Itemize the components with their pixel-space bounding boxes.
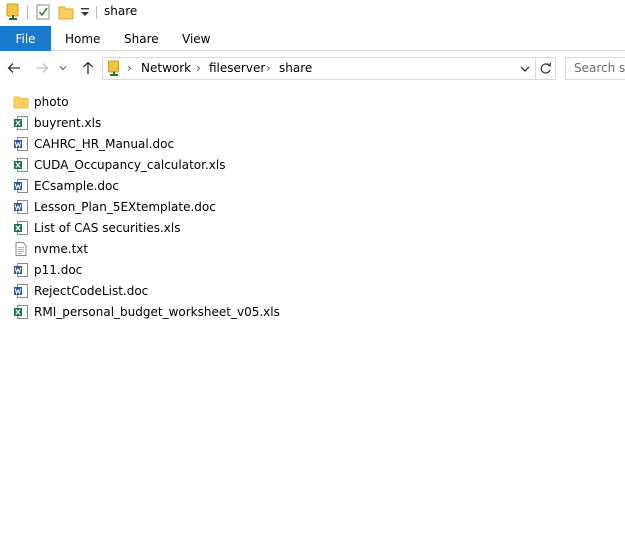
forward-button[interactable] bbox=[31, 57, 53, 79]
title-bar: share bbox=[0, 0, 625, 26]
tab-file[interactable]: File bbox=[0, 26, 51, 51]
breadcrumb-chevron: › bbox=[196, 61, 201, 75]
refresh-icon bbox=[540, 62, 552, 74]
breadcrumb-fileserver[interactable]: fileserver bbox=[209, 61, 265, 75]
word-file-icon bbox=[14, 136, 28, 151]
file-item-cahrc-hr-manual[interactable]: CAHRC_HR_Manual.doc bbox=[10, 133, 310, 154]
breadcrumb-chevron: › bbox=[127, 61, 132, 75]
word-file-icon bbox=[14, 178, 28, 193]
chevron-down-icon bbox=[520, 66, 530, 72]
window-title: share bbox=[104, 4, 138, 18]
search-input[interactable]: Search share bbox=[565, 57, 625, 80]
text-file-icon bbox=[15, 241, 27, 256]
file-item-reject-code-list[interactable]: RejectCodeList.doc bbox=[10, 280, 310, 301]
file-item-cuda-occupancy[interactable]: CUDA_Occupancy_calculator.xls bbox=[10, 154, 310, 175]
breadcrumb-network[interactable]: Network bbox=[141, 61, 191, 75]
tab-home[interactable]: Home bbox=[65, 26, 100, 51]
file-item-ecsample[interactable]: ECsample.doc bbox=[10, 175, 310, 196]
address-history-button[interactable] bbox=[517, 58, 533, 79]
file-item-lesson-plan[interactable]: Lesson_Plan_5EXtemplate.doc bbox=[10, 196, 310, 217]
file-item-p11[interactable]: p11.doc bbox=[10, 259, 310, 280]
file-item-nvme[interactable]: nvme.txt bbox=[10, 238, 310, 259]
breadcrumb-chevron: › bbox=[266, 61, 271, 75]
recent-locations-button[interactable] bbox=[56, 57, 70, 79]
file-item-rmi-budget[interactable]: RMI_personal_budget_worksheet_v05.xls bbox=[10, 301, 310, 322]
tab-view[interactable]: View bbox=[182, 26, 210, 51]
refresh-button[interactable] bbox=[535, 58, 555, 79]
properties-icon[interactable] bbox=[35, 3, 51, 24]
breadcrumb-share[interactable]: share bbox=[279, 61, 312, 75]
forward-arrow-icon bbox=[36, 63, 49, 73]
network-location-icon bbox=[107, 60, 121, 80]
word-file-icon bbox=[14, 283, 28, 298]
chevron-down-icon bbox=[59, 66, 67, 71]
qa-separator-2 bbox=[96, 6, 97, 19]
new-folder-icon[interactable] bbox=[58, 3, 74, 24]
word-file-icon bbox=[14, 199, 28, 214]
excel-file-icon bbox=[14, 115, 28, 130]
up-button[interactable] bbox=[77, 57, 99, 79]
up-arrow-icon bbox=[83, 61, 93, 74]
customize-toolbar-icon[interactable] bbox=[79, 5, 91, 22]
excel-file-icon bbox=[14, 220, 28, 235]
app-folder-icon[interactable] bbox=[5, 3, 21, 24]
excel-file-icon bbox=[14, 157, 28, 172]
folder-icon bbox=[13, 96, 29, 108]
navigation-bar: › Network › fileserver › share Search sh… bbox=[0, 51, 625, 85]
word-file-icon bbox=[14, 262, 28, 277]
back-arrow-icon bbox=[7, 63, 20, 73]
file-item-cas-securities[interactable]: List of CAS securities.xls bbox=[10, 217, 310, 238]
address-bar[interactable]: › Network › fileserver › share bbox=[102, 57, 556, 80]
qa-separator bbox=[27, 6, 28, 19]
file-item-buyrent[interactable]: buyrent.xls bbox=[10, 112, 310, 133]
file-item-photo[interactable]: photo bbox=[10, 91, 310, 112]
excel-file-icon bbox=[14, 304, 28, 319]
ribbon-tabs: File Home Share View bbox=[0, 26, 625, 51]
tab-share[interactable]: Share bbox=[124, 26, 159, 51]
back-button[interactable] bbox=[3, 57, 25, 79]
